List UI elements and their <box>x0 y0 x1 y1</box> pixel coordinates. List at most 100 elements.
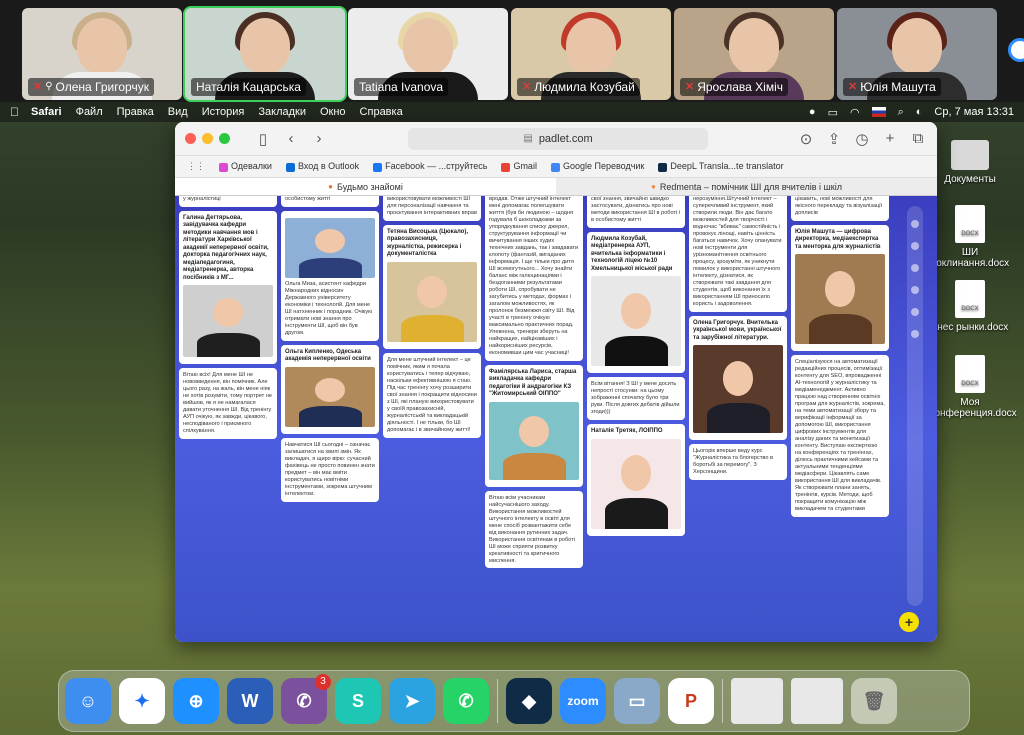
clock[interactable]: Ср, 7 мая 13:31 <box>934 106 1014 118</box>
participant-tile[interactable]: Tatiana Ivanova <box>348 8 508 100</box>
participant-tile[interactable]: ✕ Юлія Машута <box>837 8 997 100</box>
tab-overview-icon[interactable]: ⧉ <box>909 130 927 147</box>
menu-item[interactable]: Закладки <box>258 106 306 118</box>
menu-item[interactable]: Справка <box>360 106 403 118</box>
search-icon[interactable]: ⌕ <box>898 106 904 119</box>
post-text: нерозуміння.Штучний інтелект – суперечли… <box>693 196 782 307</box>
padlet-post[interactable]: Цьогорiк вперше веду курс "Журналістика … <box>689 444 787 481</box>
padlet-post[interactable]: Юлія Машута — цифрова директорка, медіае… <box>791 224 889 352</box>
menu-item[interactable]: История <box>202 106 245 118</box>
participant-tile[interactable]: ✕ ⚲ Олена Григорчук <box>22 8 182 100</box>
messenger-icon[interactable]: ✦ <box>119 678 165 724</box>
favorites-grid-icon[interactable]: ⋮⋮ <box>187 161 205 172</box>
zoom-icon[interactable]: zoom <box>560 678 606 724</box>
rail-button[interactable] <box>911 286 919 294</box>
zoom-edge-control-icon[interactable] <box>1008 38 1024 62</box>
rail-button[interactable] <box>911 264 919 272</box>
deepl-icon[interactable]: ◆ <box>506 678 552 724</box>
rail-button[interactable] <box>911 242 919 250</box>
padlet-post[interactable]: Для мене штучний інтелект – це помічник,… <box>383 352 481 438</box>
favorite-link[interactable]: Google Переводчик <box>550 161 644 172</box>
padlet-post[interactable]: Вітаю всіх! Для мене ШІ не нововведення,… <box>179 368 277 440</box>
battery-icon[interactable]: ▭ <box>828 106 838 119</box>
padlet-post[interactable]: Фамілярська Лариса, старша викладачка ка… <box>485 364 583 487</box>
recent-window-thumbnail[interactable] <box>791 678 843 724</box>
padlet-post[interactable]: Олена Григорчук. Вчителька української м… <box>689 315 787 441</box>
padlet-post[interactable]: Галина Дегтярьова, завідувачка кафедри м… <box>179 210 277 365</box>
menu-item[interactable]: Файл <box>76 106 103 118</box>
padlet-post[interactable]: особистому житті <box>281 196 379 207</box>
telegram-icon[interactable]: ➤ <box>389 678 435 724</box>
favorite-label: Gmail <box>513 161 537 172</box>
favorite-link[interactable]: Одевалки <box>219 161 272 172</box>
input-language-flag-icon[interactable] <box>871 107 886 117</box>
trash-icon[interactable]: 🗑︎ <box>851 678 897 724</box>
sidebar-toggle-icon[interactable]: ▯ <box>254 130 272 148</box>
padlet-post[interactable]: у журналістиці <box>179 196 277 207</box>
participant-tile[interactable]: ✕ Людмила Козубай <box>511 8 671 100</box>
menu-app[interactable]: Safari <box>31 106 62 118</box>
browser-tab[interactable]: ● Redmenta – помічник ШІ для вчителів і ш… <box>556 178 937 195</box>
close-window-button[interactable] <box>185 133 196 144</box>
desktop-item[interactable]: Документы <box>930 140 1010 185</box>
word-icon[interactable]: W <box>227 678 273 724</box>
padlet-post[interactable]: Наталія Третяк, ЛОІППО <box>587 424 685 536</box>
favorite-link[interactable]: Вход в Outlook <box>285 161 359 172</box>
zoom-window-button[interactable] <box>219 133 230 144</box>
add-post-button[interactable]: + <box>899 612 919 632</box>
surfshark-icon[interactable]: S <box>335 678 381 724</box>
padlet-post[interactable]: цікавить, нові можливості для якісного п… <box>791 196 889 221</box>
desktop-item[interactable]: Моя конференция.docx <box>930 355 1017 419</box>
whatsapp-icon[interactable]: ✆ <box>443 678 489 724</box>
favorite-link[interactable]: Facebook — ...струйтесь <box>373 161 487 172</box>
minimize-window-button[interactable] <box>202 133 213 144</box>
padlet-post[interactable]: нерозуміння.Штучний інтелект – суперечли… <box>689 196 787 312</box>
new-tab-button[interactable]: + <box>881 130 899 147</box>
preview-icon[interactable]: ▭ <box>614 678 660 724</box>
padlet-post[interactable]: свої знання, звичайно швидко застосувати… <box>587 196 685 228</box>
menu-items: Файл Правка Вид История Закладки Окно Справка <box>76 106 417 118</box>
padlet-post[interactable]: використовувати можливості ШІ для персон… <box>383 196 481 221</box>
forward-button[interactable]: › <box>310 130 328 147</box>
desktop-item[interactable]: анес рынки.docx <box>930 280 1010 333</box>
control-center-icon[interactable]: ◐ <box>916 106 923 118</box>
rail-button[interactable] <box>911 330 919 338</box>
share-icon[interactable]: ⇪ <box>825 130 843 148</box>
padlet-post[interactable]: Людмила Козубай, медіатренерка АУП, вчит… <box>587 231 685 374</box>
recent-window-thumbnail[interactable] <box>731 678 783 724</box>
history-icon[interactable]: ◷ <box>853 130 871 148</box>
favorite-link[interactable]: DeepL Transla...te translator <box>658 161 784 172</box>
padlet-post[interactable]: Вітаю всім учасникам найсучаснішого захо… <box>485 490 583 569</box>
padlet-post[interactable]: Спеціалізуюся на автоматизації редакційн… <box>791 355 889 518</box>
padlet-post[interactable]: Всім вітання! З ШІ у мене досить непрост… <box>587 377 685 421</box>
post-text: особистому житті <box>285 196 331 202</box>
browser-tab[interactable]: ● Будьмо знайомі <box>175 178 556 195</box>
safari-icon[interactable]: ⊕ <box>173 678 219 724</box>
menu-item[interactable]: Окно <box>320 106 346 118</box>
address-bar[interactable]: ▤ padlet.com <box>408 127 708 150</box>
desktop-item[interactable]: ШИ поклинання.docx <box>930 205 1010 269</box>
participant-tile[interactable]: Наталія Кацарська <box>183 6 347 102</box>
finder-icon[interactable]: ☺ <box>65 678 111 724</box>
padlet-post[interactable]: вродав. Отже штучний інтелект мені допом… <box>485 196 583 361</box>
wifi-icon[interactable]: ◠ <box>850 106 860 119</box>
downloads-icon[interactable]: ⊙ <box>797 130 815 148</box>
participant-tile[interactable]: ✕ Ярослава Хіміч <box>674 8 834 100</box>
padlet-post[interactable]: Навчатися ШІ сьогодні – означає залишати… <box>281 437 379 502</box>
viber-icon[interactable]: ✆ 3 <box>281 674 331 724</box>
menu-item[interactable]: Вид <box>168 106 188 118</box>
menu-item[interactable]: Правка <box>117 106 154 118</box>
padlet-post[interactable]: Ольга Миза, асистент кафедри Міжнародних… <box>281 210 379 341</box>
favorite-icon <box>550 162 560 172</box>
back-button[interactable]: ‹ <box>282 130 300 147</box>
rail-button[interactable] <box>911 308 919 316</box>
dock-app-glyph: ➤ <box>404 690 420 711</box>
padlet-post[interactable]: Ольга Кипленко, Одеська академія неперер… <box>281 344 379 434</box>
record-icon[interactable]: ● <box>809 106 816 118</box>
padlet-post[interactable]: Тетяна Висоцька (Цюкало), правозахисниця… <box>383 224 481 349</box>
apple-menu-icon[interactable]:  <box>10 105 19 119</box>
favorite-link[interactable]: Gmail <box>501 161 537 172</box>
rail-button[interactable] <box>911 220 919 228</box>
padlet-column: цікавить, нові можливості для якісного п… <box>791 196 889 521</box>
powerpoint-icon[interactable]: P <box>668 678 714 724</box>
